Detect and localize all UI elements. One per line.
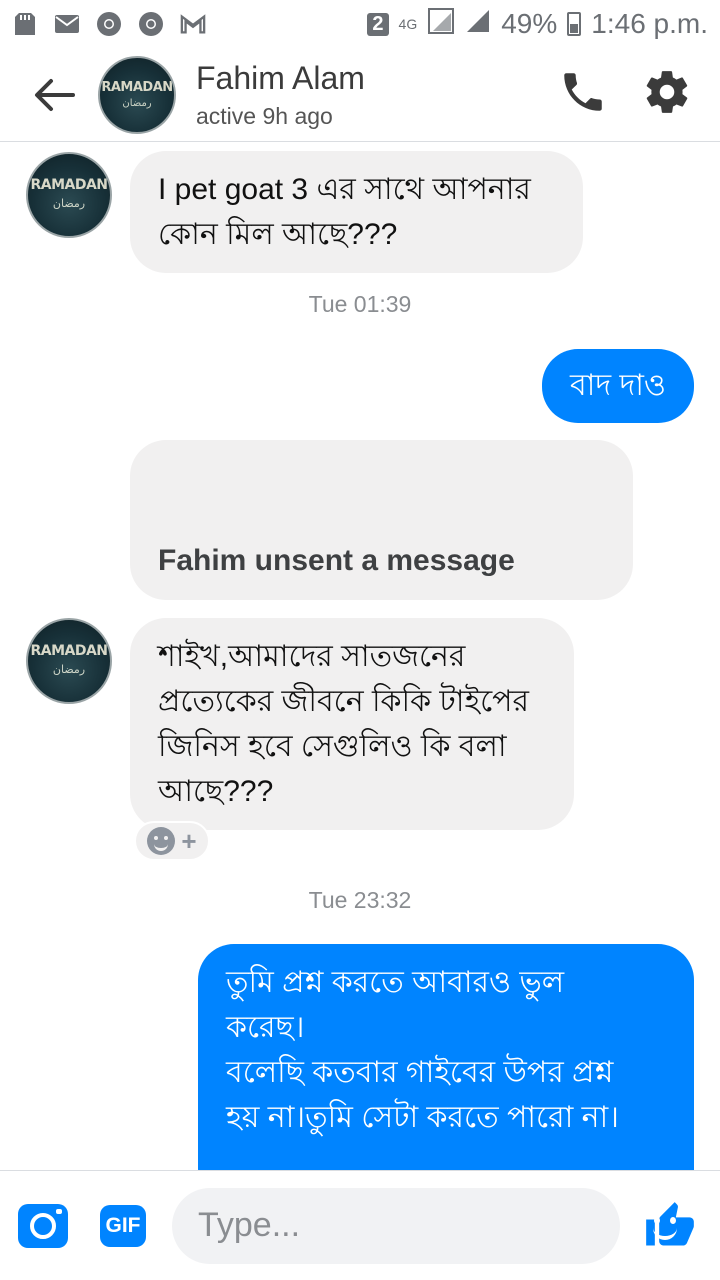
gmail-icon [180, 11, 206, 37]
add-reaction-button[interactable]: + [134, 821, 210, 861]
message-line: শাইখ,আমাদের সাতজনের [158, 640, 466, 673]
gif-button[interactable]: GIF [100, 1204, 146, 1247]
sd-card-icon [12, 11, 38, 37]
gear-icon [646, 71, 688, 113]
avatar-label: RAMADAN [30, 642, 108, 659]
outgoing-message[interactable]: তুমি প্রশ্ন করতে আবারও ভুল করেছ। বলেছি ক… [198, 944, 694, 1170]
incoming-message[interactable]: শাইখ,আমাদের সাতজনের প্রত্যেকের জীবনে কিক… [130, 618, 574, 830]
contact-name: Fahim Alam [196, 59, 365, 96]
avatar-label: RAMADAN [101, 79, 173, 95]
message-line: আছে??? [158, 775, 274, 808]
smiley-icon [147, 827, 176, 855]
system-indicators: 2 4G 49% 1:46 p.m. [367, 7, 708, 42]
outgoing-message[interactable]: বাদ দাও [541, 349, 694, 423]
signal-strength-icon [465, 8, 491, 41]
header-actions [558, 67, 692, 122]
avatar-sublabel: رمضان [122, 98, 152, 110]
call-button[interactable] [558, 67, 608, 122]
status-bar: 2 4G 49% 1:46 p.m. [0, 0, 720, 48]
unsent-message-text: Fahim unsent a message [158, 544, 515, 577]
message-input-wrapper [172, 1187, 677, 1264]
message-line: জিনিস হবে সেগুলিও কি বলা [158, 730, 507, 763]
sender-avatar[interactable]: RAMADAN رمضان [26, 152, 112, 238]
contact-info[interactable]: Fahim Alam active 9h ago [196, 60, 558, 130]
arrow-left-icon [35, 78, 75, 111]
message-line: হয় না।তুমি সেটা করতে পারো না। [226, 1101, 619, 1134]
battery-icon [567, 12, 582, 36]
sim-badge: 2 [367, 12, 389, 36]
clock: 1:46 p.m. [591, 8, 708, 39]
contact-status: active 9h ago [196, 102, 333, 129]
notification-icons [12, 11, 206, 37]
timestamp: Tue 23:32 [308, 887, 412, 913]
network-type: 4G [398, 16, 418, 32]
message-line: করেছ। [226, 1011, 305, 1044]
chrome-icon [96, 11, 122, 37]
chrome-icon [138, 11, 164, 37]
message-input[interactable] [198, 1206, 641, 1245]
avatar-label: RAMADAN [30, 176, 108, 193]
message-line: তুমি প্রশ্ন করতে আবারও ভুল [226, 966, 565, 999]
battery-percent: 49% [501, 8, 558, 39]
mail-icon [54, 11, 80, 37]
incoming-message[interactable]: I pet goat 3 এর সাথে আপনার কোন মিল আছে??… [130, 151, 583, 273]
unsent-message-notice: Fahim unsent a message [130, 440, 633, 600]
signal-icon [427, 7, 455, 42]
conversation-header: RAMADAN رمضان Fahim Alam active 9h ago [0, 48, 720, 142]
contact-avatar[interactable]: RAMADAN رمضان [98, 55, 176, 134]
back-button[interactable] [24, 65, 84, 125]
plus-icon: + [181, 826, 197, 856]
message-thread[interactable]: RAMADAN رمضان I pet goat 3 এর সাথে আপনার… [0, 143, 720, 1170]
message-line: I pet goat 3 এর সাথে আপনার [158, 173, 531, 206]
settings-button[interactable] [642, 67, 692, 122]
message-line: প্রত্যেকের জীবনে কিকি টাইপের [158, 685, 529, 718]
message-line: কোন মিল আছে??? [158, 218, 398, 251]
phone-icon [564, 73, 602, 111]
message-line: বলেছি কতবার গাইবের উপর প্রশ্ন [226, 1056, 614, 1089]
timestamp: Tue 01:39 [308, 291, 412, 317]
avatar-sublabel: رمضان [52, 663, 86, 676]
sender-avatar[interactable]: RAMADAN رمضان [26, 618, 112, 704]
camera-button[interactable] [18, 1203, 68, 1248]
message-composer: GIF [0, 1170, 720, 1280]
avatar-sublabel: رمضان [52, 197, 86, 210]
